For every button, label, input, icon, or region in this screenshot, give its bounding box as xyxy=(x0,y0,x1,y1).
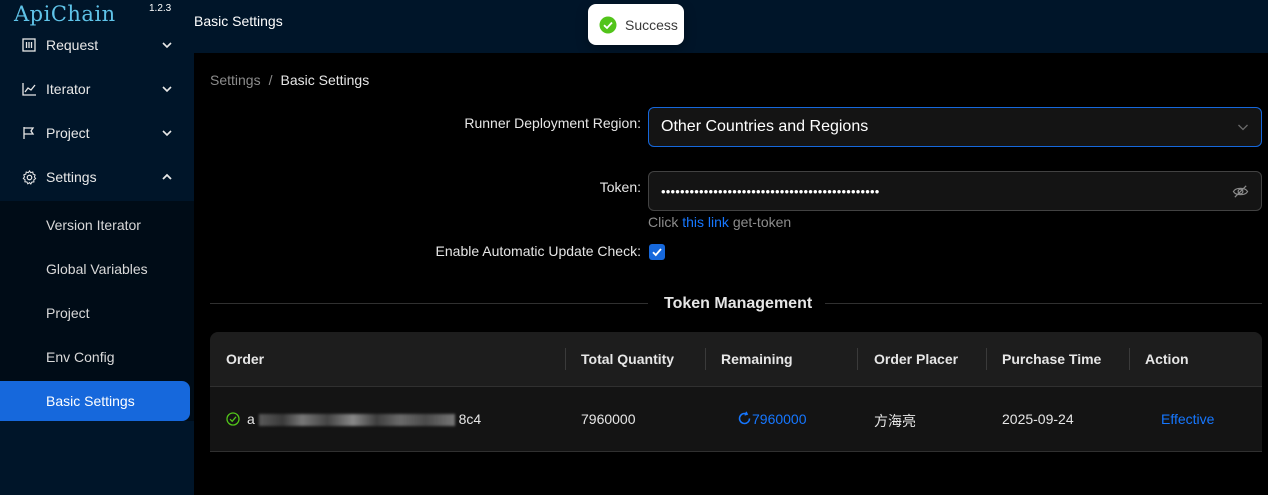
hint-suffix: get-token xyxy=(732,214,792,230)
eye-invisible-icon[interactable] xyxy=(1232,183,1249,200)
chevron-up-icon xyxy=(162,173,172,180)
table-row: a 8c4 7960000 7960000 方海亮 2025-09-24 Eff… xyxy=(210,386,1262,452)
chevron-down-icon xyxy=(1238,124,1248,131)
table-header: Order Total Quantity Remaining Order Pla… xyxy=(210,332,1262,386)
region-select-value: Other Countries and Regions xyxy=(661,118,869,135)
sidebar-item-label: Global Variables xyxy=(46,261,148,277)
flag-icon xyxy=(21,125,37,141)
sidebar-item-global-variables[interactable]: Global Variables xyxy=(0,249,194,289)
sidebar-item-settings[interactable]: Settings xyxy=(0,155,194,199)
settings-submenu: Version Iterator Global Variables Projec… xyxy=(0,201,194,421)
sidebar-item-label: Project xyxy=(46,305,90,321)
chevron-down-icon xyxy=(162,42,172,49)
auto-update-label: Enable Automatic Update Check: xyxy=(436,243,641,259)
token-input-value: ••••••••••••••••••••••••••••••••••••••••… xyxy=(661,183,880,199)
token-label-text: Token xyxy=(599,179,638,195)
column-header-purchase-time: Purchase Time xyxy=(1002,351,1102,367)
column-separator xyxy=(565,348,566,370)
column-header-order: Order xyxy=(226,351,265,367)
label-colon: : xyxy=(637,115,641,131)
success-toast: Success xyxy=(588,4,684,45)
auto-update-checkbox[interactable] xyxy=(649,244,665,260)
sidebar-item-label: Version Iterator xyxy=(46,217,141,233)
label-colon: : xyxy=(637,179,641,195)
auto-update-label-text: Enable Automatic Update Check xyxy=(435,243,638,259)
check-circle-icon xyxy=(599,16,617,33)
column-header-remaining: Remaining xyxy=(721,351,793,367)
sidebar-item-env-config[interactable]: Env Config xyxy=(0,337,194,377)
sidebar-item-label: Request xyxy=(46,37,99,53)
column-separator xyxy=(857,348,858,370)
column-separator xyxy=(986,348,987,370)
page-header-title: Basic Settings xyxy=(194,13,283,29)
sidebar-item-basic-settings[interactable]: Basic Settings xyxy=(0,381,190,421)
region-label-text: Runner Deployment Region xyxy=(464,115,638,131)
sidebar-item-label: Project xyxy=(46,125,90,141)
sidebar-item-project-settings[interactable]: Project xyxy=(0,293,194,333)
breadcrumb: Settings / Basic Settings xyxy=(210,72,369,88)
remaining-cell[interactable]: 7960000 xyxy=(737,411,807,427)
remaining-value: 7960000 xyxy=(752,411,807,427)
get-token-link[interactable]: this link xyxy=(682,214,729,230)
breadcrumb-separator: / xyxy=(268,72,273,88)
purchase-time-cell: 2025-09-24 xyxy=(1002,411,1074,427)
token-hint: Click this link get-token xyxy=(648,214,791,230)
sidebar: ApiChain 1.2.3 Request Iterator Project … xyxy=(0,0,194,495)
chevron-down-icon xyxy=(162,86,172,93)
divider-left xyxy=(210,303,648,304)
order-id-suffix: 8c4 xyxy=(458,411,482,427)
sidebar-item-iterator[interactable]: Iterator xyxy=(0,67,194,111)
app-version: 1.2.3 xyxy=(149,3,172,14)
region-select[interactable]: Other Countries and Regions xyxy=(648,107,1262,147)
token-label: Token: xyxy=(600,179,641,195)
chart-line-icon xyxy=(21,81,37,97)
column-header-total-quantity: Total Quantity xyxy=(581,351,675,367)
request-icon xyxy=(21,37,37,53)
breadcrumb-parent[interactable]: Settings xyxy=(210,72,261,88)
order-id: a 8c4 xyxy=(247,411,481,427)
header: Basic Settings xyxy=(194,0,1268,53)
sidebar-item-label: Settings xyxy=(46,169,97,185)
total-quantity-cell: 7960000 xyxy=(581,411,636,427)
order-status-icon xyxy=(226,412,240,429)
column-header-action: Action xyxy=(1145,351,1189,367)
breadcrumb-current: Basic Settings xyxy=(280,72,370,88)
column-separator xyxy=(1129,348,1130,370)
order-id-prefix: a xyxy=(247,411,255,427)
action-effective-link[interactable]: Effective xyxy=(1161,411,1214,427)
label-colon: : xyxy=(637,243,641,259)
sidebar-item-label: Basic Settings xyxy=(46,393,135,409)
sidebar-item-project[interactable]: Project xyxy=(0,111,194,155)
chevron-down-icon xyxy=(162,130,172,137)
sidebar-item-request[interactable]: Request xyxy=(0,23,194,67)
toast-message: Success xyxy=(625,16,678,33)
column-header-order-placer: Order Placer xyxy=(874,351,959,367)
sidebar-item-label: Iterator xyxy=(46,81,91,97)
hint-prefix: Click xyxy=(648,214,679,230)
column-separator xyxy=(705,348,706,370)
sidebar-item-label: Env Config xyxy=(46,349,115,365)
refresh-icon[interactable] xyxy=(737,411,752,426)
divider-right xyxy=(825,303,1262,304)
checkmark-icon xyxy=(652,248,662,257)
region-label: Runner Deployment Region: xyxy=(464,115,641,131)
token-password-input[interactable]: ••••••••••••••••••••••••••••••••••••••••… xyxy=(648,171,1262,211)
order-placer-cell: 方海亮 xyxy=(874,413,916,429)
gear-icon xyxy=(21,169,37,185)
sidebar-item-version-iterator[interactable]: Version Iterator xyxy=(0,205,194,245)
order-id-redacted xyxy=(258,414,455,427)
token-management-title: Token Management xyxy=(664,295,813,312)
